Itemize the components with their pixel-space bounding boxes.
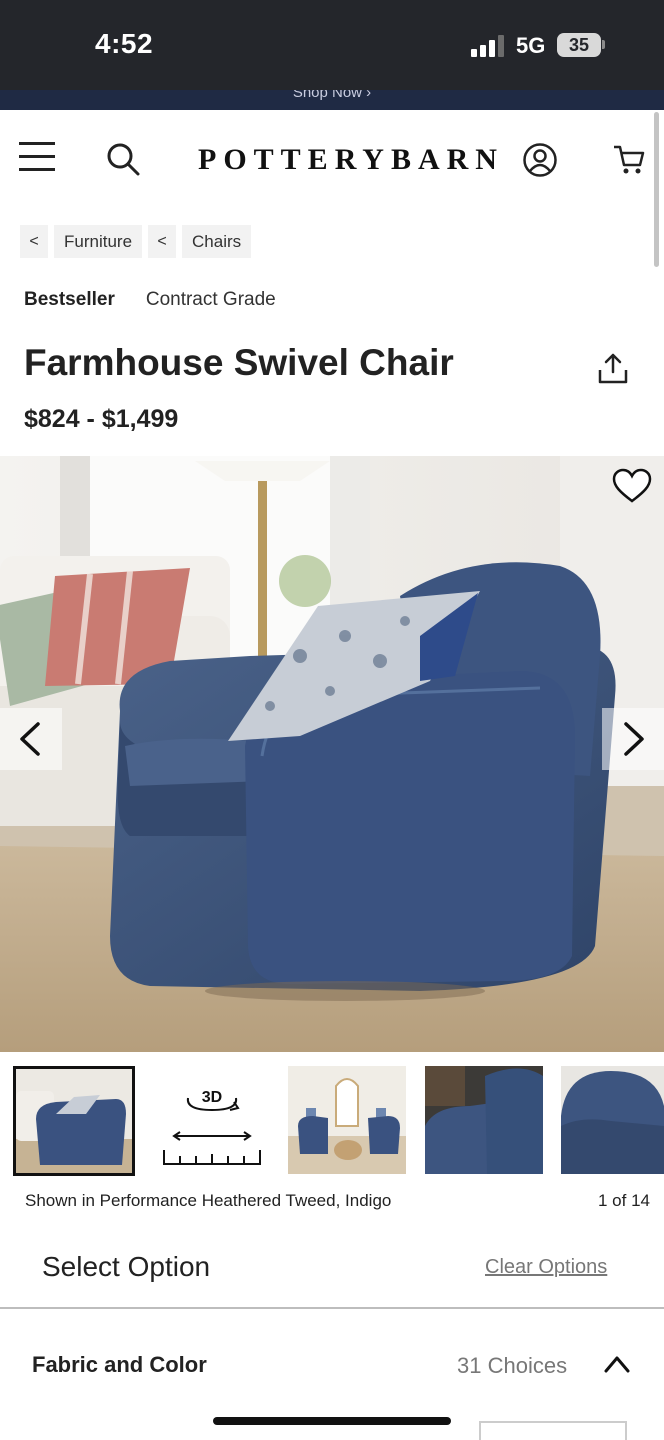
three-d-label: 3D bbox=[202, 1089, 222, 1106]
chevron-right-icon bbox=[624, 722, 644, 756]
breadcrumb-back-arrow[interactable]: < bbox=[148, 225, 177, 258]
fabric-color-label[interactable]: Fabric and Color bbox=[32, 1352, 207, 1378]
menu-icon[interactable] bbox=[19, 142, 55, 172]
product-badges: Bestseller Contract Grade bbox=[24, 289, 276, 311]
status-bar: 4:52 5G 35 bbox=[0, 0, 664, 90]
signal-icon bbox=[471, 35, 504, 57]
chevron-left-icon bbox=[20, 722, 40, 756]
thumbnail-living-room[interactable] bbox=[288, 1066, 410, 1176]
thumbnail-3d-view[interactable]: 3D bbox=[150, 1066, 272, 1176]
promo-banner[interactable]: Shop Now › bbox=[0, 90, 664, 110]
badge-bestseller: Bestseller bbox=[24, 289, 115, 310]
home-indicator[interactable] bbox=[213, 1417, 451, 1425]
site-header: POTTERYBARN bbox=[0, 110, 664, 210]
brand-logo[interactable]: POTTERYBARN bbox=[198, 143, 504, 177]
status-time: 4:52 bbox=[95, 28, 154, 59]
breadcrumb-furniture[interactable]: Furniture bbox=[54, 225, 143, 258]
favorite-heart-icon[interactable] bbox=[612, 468, 652, 504]
badge-contract-grade: Contract Grade bbox=[145, 289, 276, 310]
cart-icon[interactable] bbox=[612, 143, 646, 177]
promo-text[interactable]: Shop Now › bbox=[293, 90, 371, 101]
thumbnail-strip: 3D bbox=[0, 1066, 664, 1178]
share-icon[interactable] bbox=[596, 352, 630, 386]
product-price: $824 - $1,499 bbox=[24, 405, 179, 433]
gallery-prev-button[interactable] bbox=[0, 708, 62, 770]
breadcrumb-back-arrow[interactable]: < bbox=[20, 225, 48, 258]
chair-photo bbox=[0, 456, 664, 1052]
product-title: Farmhouse Swivel Chair bbox=[24, 342, 454, 383]
page-scrollbar[interactable] bbox=[654, 112, 659, 267]
gallery-next-button[interactable] bbox=[602, 708, 664, 770]
fabric-choices-count[interactable]: 31 Choices bbox=[457, 1353, 567, 1379]
breadcrumb-chairs[interactable]: Chairs bbox=[182, 225, 252, 258]
gallery-caption: Shown in Performance Heathered Tweed, In… bbox=[25, 1191, 392, 1210]
network-label: 5G bbox=[516, 33, 546, 58]
product-hero-image[interactable] bbox=[0, 456, 664, 1052]
gallery-counter: 1 of 14 bbox=[598, 1191, 650, 1210]
search-icon[interactable] bbox=[106, 142, 140, 176]
swatch-box[interactable] bbox=[479, 1421, 627, 1440]
battery-tip bbox=[602, 40, 605, 49]
battery-icon: 35 bbox=[557, 33, 601, 57]
thumbnail-back-detail[interactable] bbox=[561, 1066, 664, 1176]
thumbnail-chair-room[interactable] bbox=[13, 1066, 135, 1176]
thumbnail-arm-detail[interactable] bbox=[425, 1066, 547, 1176]
section-divider bbox=[0, 1307, 664, 1309]
select-option-heading: Select Option bbox=[42, 1251, 211, 1282]
account-icon[interactable] bbox=[522, 142, 558, 178]
clear-options-link[interactable]: Clear Options bbox=[485, 1256, 607, 1279]
breadcrumb: < Furniture < Chairs bbox=[20, 225, 252, 258]
chevron-up-icon[interactable] bbox=[604, 1355, 630, 1373]
